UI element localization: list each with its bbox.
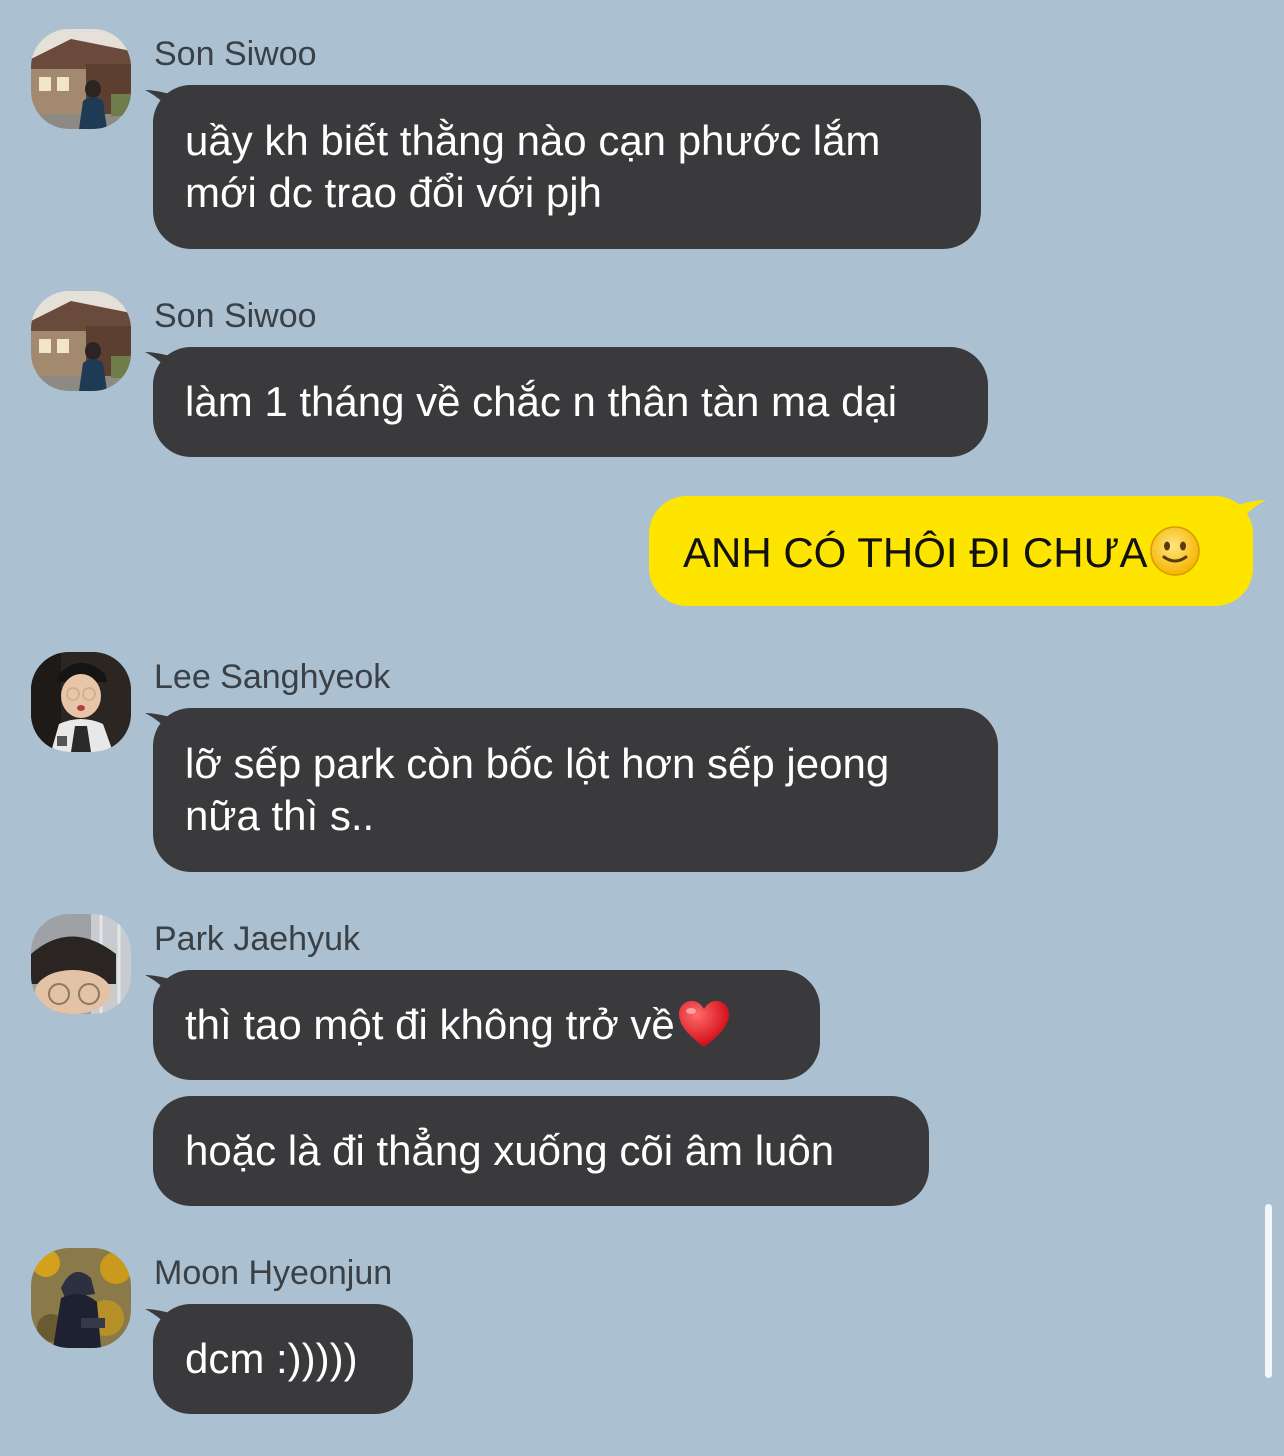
message-text: ANH CÓ THÔI ĐI CHƯA bbox=[683, 529, 1148, 576]
sender-name: Son Siwoo bbox=[154, 35, 317, 73]
sender-name: Moon Hyeonjun bbox=[154, 1254, 393, 1292]
chat-scrollbar[interactable] bbox=[1265, 1204, 1272, 1378]
message-text-line: làm 1 tháng về chắc n thân tàn ma dại bbox=[185, 378, 898, 425]
avatar-lee-sanghyeok-photo bbox=[31, 652, 131, 752]
avatar-son-siwoo[interactable] bbox=[31, 29, 131, 129]
message-text-line: lỡ sếp park còn bốc lột hơn sếp jeong bbox=[185, 740, 890, 787]
avatar-son-siwoo-photo bbox=[31, 29, 131, 129]
message-text: dcm :))))) bbox=[185, 1335, 358, 1382]
message-bubble[interactable]: hoặc là đi thẳng xuống cõi âm luôn bbox=[153, 1096, 929, 1206]
avatar-son-siwoo[interactable] bbox=[31, 291, 131, 391]
sender-name: Son Siwoo bbox=[154, 297, 317, 335]
slightly-smiling-face-emoji bbox=[1150, 526, 1201, 576]
message-bubble[interactable]: thì tao một đi không trở về bbox=[153, 970, 820, 1080]
message-text-line: nữa thì s.. bbox=[185, 792, 375, 839]
sender-name: Park Jaehyuk bbox=[154, 920, 360, 958]
my-message-bubble[interactable]: ANH CÓ THÔI ĐI CHƯA bbox=[649, 496, 1253, 606]
message-bubble[interactable]: làm 1 tháng về chắc n thân tàn ma dại bbox=[153, 347, 988, 457]
message-text-line: mới dc trao đổi với pjh bbox=[185, 169, 602, 216]
message-text: hoặc là đi thẳng xuống cõi âm luôn bbox=[185, 1127, 835, 1174]
avatar-son-siwoo-photo bbox=[31, 291, 131, 391]
avatar-park-jaehyuk-photo bbox=[31, 914, 131, 1014]
message-bubble[interactable]: uầy kh biết thằng nào cạn phước lắm mới … bbox=[153, 85, 981, 249]
message-text: thì tao một đi không trở về bbox=[185, 1001, 675, 1048]
avatar-park-jaehyuk[interactable] bbox=[31, 914, 131, 1014]
avatar-moon-hyeonjun-photo bbox=[31, 1248, 131, 1348]
message-bubble[interactable]: lỡ sếp park còn bốc lột hơn sếp jeong nữ… bbox=[153, 708, 998, 872]
sender-name: Lee Sanghyeok bbox=[154, 658, 391, 696]
avatar-moon-hyeonjun[interactable] bbox=[31, 1248, 131, 1348]
message-bubble[interactable]: dcm :))))) bbox=[153, 1304, 413, 1414]
message-text-line: uầy kh biết thằng nào cạn phước lắm bbox=[185, 117, 881, 164]
red-heart-emoji bbox=[678, 1001, 729, 1047]
avatar-lee-sanghyeok[interactable] bbox=[31, 652, 131, 752]
